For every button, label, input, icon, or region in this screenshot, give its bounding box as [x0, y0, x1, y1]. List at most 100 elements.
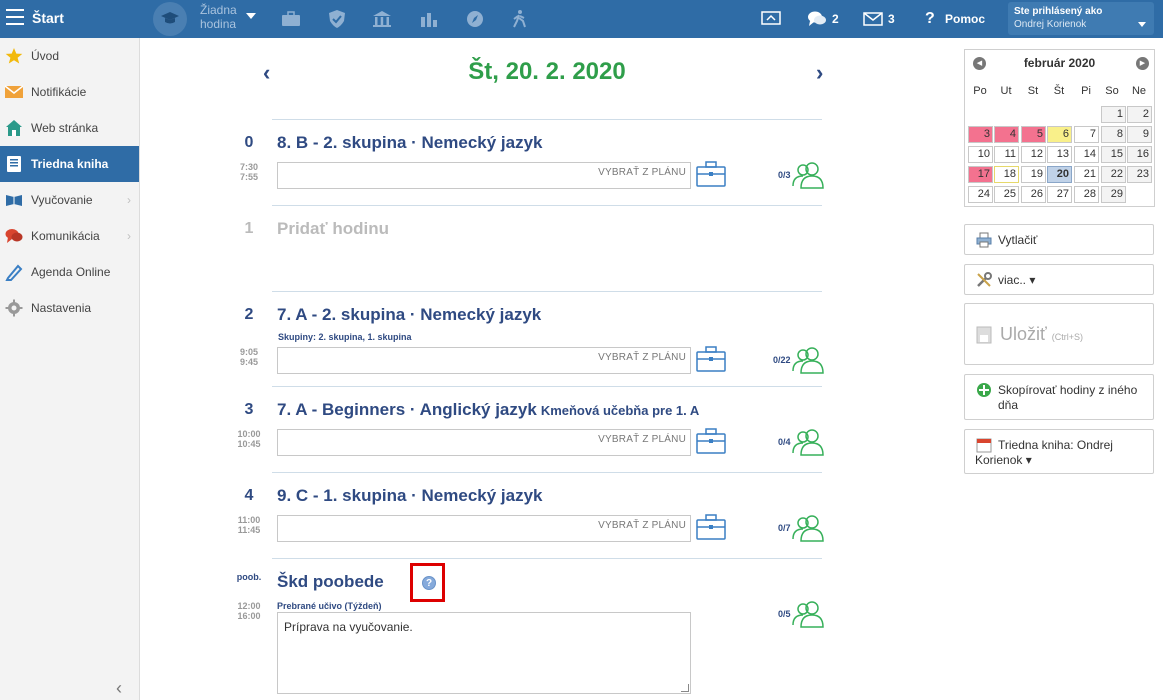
start-link[interactable]: Štart — [32, 10, 64, 26]
calendar-day[interactable]: 6 — [1047, 126, 1072, 143]
calendar-day[interactable]: 16 — [1127, 146, 1152, 163]
lesson-title[interactable]: 9. C - 1. skupina · Nemecký jazyk — [277, 486, 543, 506]
sidebar-item-komunikacia[interactable]: Komunikácia › — [0, 218, 139, 254]
divider — [272, 472, 822, 473]
lesson-number: 4 — [244, 487, 254, 504]
resize-grip-icon[interactable] — [681, 684, 689, 692]
topic-textarea[interactable]: Príprava na vyučovanie. — [277, 612, 691, 694]
bank-icon[interactable] — [371, 8, 393, 30]
user-menu[interactable]: Ste prihlásený ako Ondrej Korienok — [1008, 2, 1154, 35]
calendar-day[interactable]: 11 — [994, 146, 1019, 163]
sidebar-item-triedna-kniha[interactable]: Triedna kniha — [0, 146, 139, 182]
copy-lessons-button[interactable]: Skopírovať hodiny z iného dňa — [964, 374, 1154, 420]
calendar-day[interactable]: 14 — [1074, 146, 1099, 163]
calendar-day[interactable]: 23 — [1127, 166, 1152, 183]
calendar-weekday: So — [1105, 85, 1119, 97]
sidebar-item-notifikacie[interactable]: Notifikácie — [0, 74, 139, 110]
add-copy-icon — [976, 382, 992, 398]
calendar-day-today[interactable]: 20 — [1047, 166, 1072, 183]
mail-count[interactable]: 3 — [888, 0, 895, 38]
calendar-day[interactable]: 17 — [968, 166, 993, 183]
presentation-icon[interactable] — [760, 8, 782, 30]
calendar-day[interactable]: 29 — [1101, 186, 1126, 203]
class-book-selector[interactable]: Triedna kniha: Ondrej Korienok ▾ — [964, 429, 1154, 474]
next-day-button[interactable]: › — [816, 60, 823, 86]
compass-icon[interactable] — [464, 8, 486, 30]
sidebar-item-vyucovanie[interactable]: Vyučovanie › — [0, 182, 139, 218]
calendar-day[interactable]: 1 — [1101, 106, 1126, 123]
shield-icon[interactable] — [326, 8, 348, 30]
sidebar-item-uvod[interactable]: Úvod — [0, 38, 139, 74]
hamburger-menu-icon[interactable] — [6, 9, 24, 25]
divider — [272, 291, 822, 292]
students-icon[interactable] — [792, 428, 824, 456]
calendar-day[interactable]: 27 — [1047, 186, 1072, 203]
calendar-day[interactable]: 2 — [1127, 106, 1152, 123]
chevron-down-icon[interactable] — [246, 13, 256, 19]
sidebar-item-nastavenia[interactable]: Nastavenia — [0, 290, 139, 326]
sidebar-item-web-stranka[interactable]: Web stránka — [0, 110, 139, 146]
attendance-count: 0/4 — [778, 437, 791, 447]
lesson-title[interactable]: 7. A - 2. skupina · Nemecký jazyk — [277, 305, 541, 325]
calendar-day[interactable]: 21 — [1074, 166, 1099, 183]
lesson-time: 12:00 16:00 — [237, 601, 261, 621]
calendar-day[interactable]: 3 — [968, 126, 993, 143]
calendar-day[interactable]: 7 — [1074, 126, 1099, 143]
print-button[interactable]: Vytlačiť — [964, 224, 1154, 255]
lesson-number: 1 — [244, 220, 254, 237]
plan-input[interactable]: VYBRAŤ Z PLÁNU — [277, 347, 691, 374]
calendar-day[interactable]: 24 — [968, 186, 993, 203]
briefcase-icon[interactable] — [696, 346, 726, 372]
messages-count[interactable]: 2 — [832, 0, 839, 38]
calendar-day[interactable]: 8 — [1101, 126, 1126, 143]
tools-icon — [976, 272, 992, 288]
briefcase-icon[interactable] — [280, 8, 302, 30]
calendar-day[interactable]: 4 — [994, 126, 1019, 143]
calendar-day[interactable]: 9 — [1127, 126, 1152, 143]
calendar-day[interactable]: 22 — [1101, 166, 1126, 183]
calendar-next-icon[interactable]: ▶ — [1136, 57, 1149, 70]
plan-input[interactable]: VYBRAŤ Z PLÁNU — [277, 515, 691, 542]
collapse-sidebar-icon[interactable]: ‹ — [116, 678, 122, 699]
briefcase-icon[interactable] — [696, 161, 726, 187]
briefcase-icon[interactable] — [696, 428, 726, 454]
house-icon — [5, 119, 23, 137]
bar-chart-icon[interactable] — [418, 8, 440, 30]
help-link[interactable]: Pomoc — [945, 0, 985, 38]
mail-icon[interactable] — [862, 8, 884, 30]
lesson-title[interactable]: 7. A - Beginners · Anglický jazyk Kmeňová… — [277, 400, 699, 420]
lesson-title[interactable]: Škd poobede — [277, 572, 384, 592]
calendar-day[interactable]: 19 — [1021, 166, 1046, 183]
calendar-day[interactable]: 13 — [1047, 146, 1072, 163]
calendar-day[interactable]: 5 — [1021, 126, 1046, 143]
calendar-day[interactable]: 15 — [1101, 146, 1126, 163]
hiking-icon[interactable] — [509, 8, 531, 30]
more-button[interactable]: viac.. ▾ — [964, 264, 1154, 295]
previous-day-button[interactable]: ‹ — [263, 60, 270, 86]
sidebar-item-agenda-online[interactable]: Agenda Online — [0, 254, 139, 290]
calendar-day[interactable]: 28 — [1074, 186, 1099, 203]
students-icon[interactable] — [792, 161, 824, 189]
help-icon[interactable]: ? — [422, 576, 436, 590]
calendar-weekday: Pi — [1081, 85, 1091, 97]
plan-input[interactable]: VYBRAŤ Z PLÁNU — [277, 429, 691, 456]
lesson-selector[interactable]: Žiadna hodina — [200, 3, 237, 31]
calendar-day[interactable]: 12 — [1021, 146, 1046, 163]
chat-bubbles-icon[interactable] — [806, 8, 828, 30]
plan-input[interactable]: VYBRAŤ Z PLÁNU — [277, 162, 691, 189]
add-lesson-link[interactable]: Pridať hodinu — [277, 219, 389, 239]
question-icon[interactable]: ? — [925, 0, 935, 38]
calendar-day[interactable]: 18 — [994, 166, 1019, 183]
calendar-day[interactable]: 25 — [994, 186, 1019, 203]
attendance-count: 0/22 — [773, 355, 791, 365]
students-icon[interactable] — [792, 600, 824, 628]
graduation-cap-icon[interactable] — [153, 2, 187, 36]
calendar-day[interactable]: 26 — [1021, 186, 1046, 203]
students-icon[interactable] — [792, 346, 824, 374]
calendar-prev-icon[interactable]: ◀ — [973, 57, 986, 70]
save-button[interactable]: Uložiť (Ctrl+S) — [964, 303, 1154, 365]
students-icon[interactable] — [792, 514, 824, 542]
calendar-day[interactable]: 10 — [968, 146, 993, 163]
briefcase-icon[interactable] — [696, 514, 726, 540]
lesson-title[interactable]: 8. B - 2. skupina · Nemecký jazyk — [277, 133, 543, 153]
